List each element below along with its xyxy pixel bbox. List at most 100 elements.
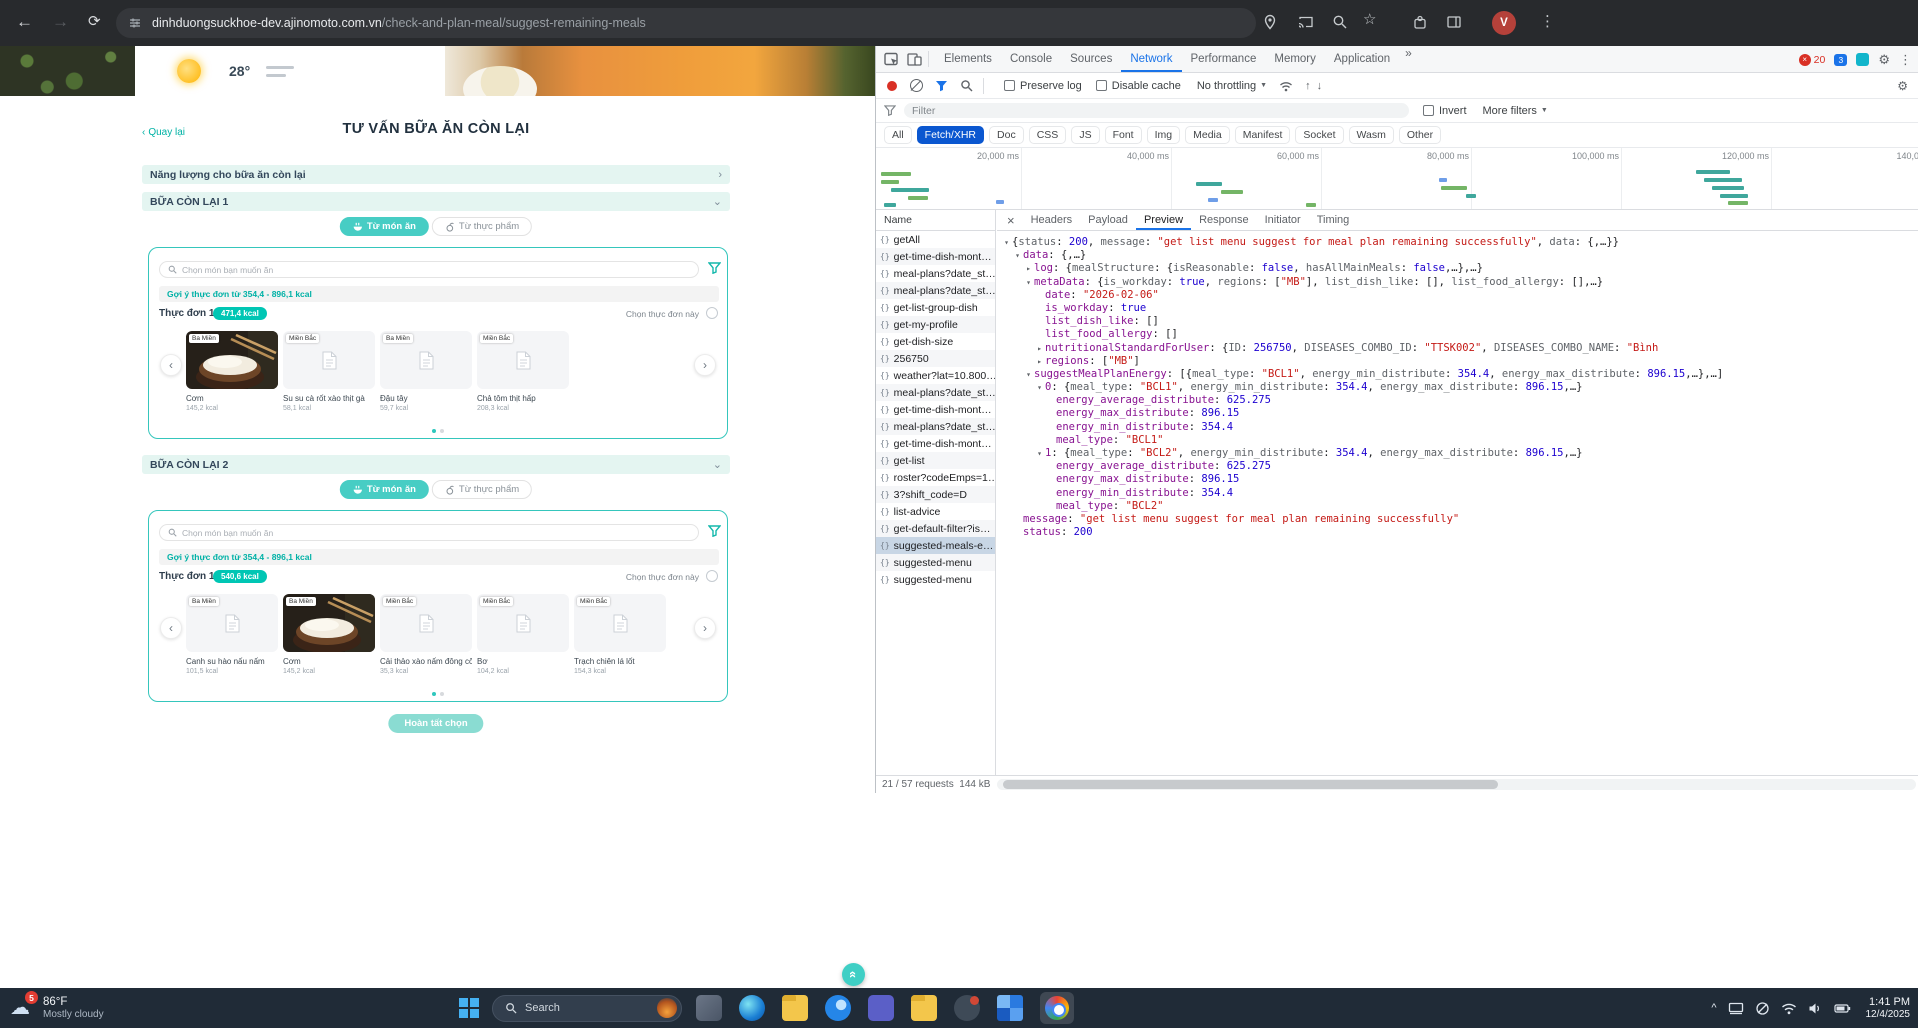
dish-search-input[interactable]: Chọn món bạn muốn ăn [159,524,699,541]
json-line[interactable]: ▸ log: {mealStructure: {isReasonable: fal… [1001,262,1918,275]
expand-arrow-open-icon[interactable]: ▾ [1012,249,1023,262]
choose-menu-radio[interactable] [706,307,718,319]
json-line[interactable]: ▾ data: {,…} [1001,249,1918,262]
filter-chip-socket[interactable]: Socket [1295,126,1344,144]
record-button[interactable] [887,80,897,91]
forward-button[interactable]: → [52,12,69,32]
network-request-row[interactable]: {} get-time-dish-mont… [876,401,995,418]
network-request-row[interactable]: {} get-default-filter?is… [876,520,995,537]
taskbar-search[interactable]: Search [492,994,682,1022]
json-line[interactable]: ▾ 1: {meal_type: "BCL2", energy_min_distr… [1001,447,1918,460]
filter-chip-media[interactable]: Media [1185,126,1230,144]
json-line[interactable]: ▾ metaData: {is_workday: true, regions: [… [1001,276,1918,289]
detail-tab-initiator[interactable]: Initiator [1257,210,1309,230]
tab-network[interactable]: Network [1121,46,1181,72]
taskbar-app-icon[interactable] [911,995,937,1021]
network-request-row[interactable]: {} meal-plans?date_st… [876,418,995,435]
dish-card[interactable]: Miền Bắc Bơ 104,2 kcal [477,594,569,675]
tab-from-foods[interactable]: Từ thực phẩm [431,480,533,499]
reload-button[interactable]: ⟳ [88,12,101,30]
dot-active[interactable] [432,429,436,433]
carousel-dots[interactable] [432,692,444,696]
bookmark-star-icon[interactable]: ☆ [1363,10,1376,28]
back-link[interactable]: ‹ Quay lại [142,127,185,138]
taskbar-weather-widget[interactable]: ☁ 5 86°F Mostly cloudy [10,991,104,1025]
extensions-icon[interactable] [1412,14,1430,32]
tab-from-foods[interactable]: Từ thực phẩm [431,217,533,236]
dish-card[interactable]: Ba Miền Đậu tây 59,7 kcal [380,331,472,412]
devtools-menu-kebab-icon[interactable]: ⋮ [1899,52,1912,68]
filter-chip-fetch-xhr[interactable]: Fetch/XHR [916,126,985,144]
expand-arrow-closed-icon[interactable]: ▸ [1023,262,1034,275]
filter-icon[interactable] [707,524,722,542]
network-request-row[interactable]: {} suggested-meals-e… [876,537,995,554]
checkbox[interactable] [1423,105,1434,116]
filter-chip-js[interactable]: JS [1071,126,1100,144]
issues-badge[interactable]: 3 [1834,53,1848,66]
detail-tab-payload[interactable]: Payload [1080,210,1136,230]
dish-card[interactable]: Ba Miền Cơm 145,2 kcal [186,331,278,412]
taskbar-app-icon[interactable] [868,995,894,1021]
tray-display-icon[interactable] [1728,1001,1744,1015]
dish-card[interactable]: Miền Bắc Trạch chiên lá lốt 154,3 kcal [574,594,666,675]
tab-performance[interactable]: Performance [1182,46,1266,72]
tab-sources[interactable]: Sources [1061,46,1121,72]
cast-icon[interactable] [1297,14,1315,32]
site-settings-icon[interactable] [128,16,142,30]
carousel-prev-button[interactable]: ‹ [160,617,182,639]
filter-toggle-icon[interactable] [935,80,948,92]
dish-card[interactable]: Miền Bắc Chả tôm thịt hấp 208,3 kcal [477,331,569,412]
tab-from-dishes[interactable]: Từ món ăn [339,480,429,499]
error-count-badge[interactable]: × 20 [1798,53,1825,66]
network-request-row[interactable]: {} 256750 [876,350,995,367]
filter-chip-doc[interactable]: Doc [989,126,1024,144]
scrollbar-thumb[interactable] [1003,780,1498,789]
detail-tab-timing[interactable]: Timing [1309,210,1358,230]
section-header-meal-1[interactable]: BỮA CÒN LẠI 1 ⌄ [142,192,730,211]
network-settings-gear-icon[interactable]: ⚙ [1897,79,1908,93]
expand-arrow-closed-icon[interactable]: ▸ [1034,355,1045,368]
tray-chevron-up-icon[interactable]: ^ [1711,1002,1716,1014]
filter-icon[interactable] [707,261,722,279]
scroll-to-top-button[interactable]: « [842,963,865,986]
network-overview[interactable]: 20,000 ms 40,000 ms 60,000 ms 80,000 ms 100,… [876,148,1918,210]
filter-chip-manifest[interactable]: Manifest [1234,126,1291,144]
taskbar-active-app[interactable] [1040,992,1074,1024]
network-request-row[interactable]: {} get-time-dish-mont… [876,435,995,452]
dish-card[interactable]: Miền Bắc Su su cà rốt xào thịt gà 58,1 kca… [283,331,375,412]
network-request-row[interactable]: {} getAll [876,231,995,248]
filter-chip-wasm[interactable]: Wasm [1348,126,1394,144]
devtools-extension-icon[interactable] [1856,53,1870,66]
throttling-dropdown[interactable]: No throttling ▼ [1197,80,1267,92]
tab-elements[interactable]: Elements [935,46,1001,72]
taskbar-app-icon[interactable] [954,995,980,1021]
close-detail-icon[interactable]: × [997,213,1023,228]
network-request-row[interactable]: {} meal-plans?date_st… [876,384,995,401]
dish-card[interactable]: Miền Bắc Cải thảo xào nấm đông cô 35,3 kca… [380,594,472,675]
wifi-icon[interactable] [1781,1002,1797,1015]
taskbar-app-icon[interactable] [739,995,765,1021]
location-icon[interactable] [1262,14,1280,32]
section-header-meal-2[interactable]: BỮA CÒN LẠI 2 ⌄ [142,455,730,474]
json-line[interactable]: ▸ nutritionalStandardForUser: {ID: 256750… [1001,342,1918,355]
network-request-row[interactable]: {} suggested-menu [876,554,995,571]
dish-search-input[interactable]: Chọn món bạn muốn ăn [159,261,699,278]
name-column-header[interactable]: Name [876,210,995,231]
json-line[interactable]: ▾ suggestMealPlanEnergy: [{meal_type: "BC… [1001,368,1918,381]
checkbox[interactable] [1095,80,1107,91]
filter-chip-img[interactable]: Img [1146,126,1181,144]
section-header-energy[interactable]: Năng lượng cho bữa ăn còn lại › [142,165,730,184]
dot[interactable] [440,429,444,433]
taskbar-app-icon[interactable] [782,995,808,1021]
filter-chip-css[interactable]: CSS [1028,126,1067,144]
inspect-element-icon[interactable] [884,52,899,66]
more-filters-dropdown[interactable]: More filters ▼ [1483,105,1548,117]
json-line[interactable]: ▾ 0: {meal_type: "BCL1", energy_min_distr… [1001,381,1918,394]
expand-arrow-open-icon[interactable]: ▾ [1034,381,1045,394]
dish-card[interactable]: Ba Miền Canh su hào nấu nấm 101,5 kcal [186,594,278,675]
dish-card[interactable]: Ba Miền Cơm 145,2 kcal [283,594,375,675]
network-conditions-icon[interactable] [1279,80,1293,92]
carousel-prev-button[interactable]: ‹ [160,354,182,376]
clear-icon[interactable] [910,79,923,92]
tray-offline-icon[interactable] [1755,1001,1770,1016]
